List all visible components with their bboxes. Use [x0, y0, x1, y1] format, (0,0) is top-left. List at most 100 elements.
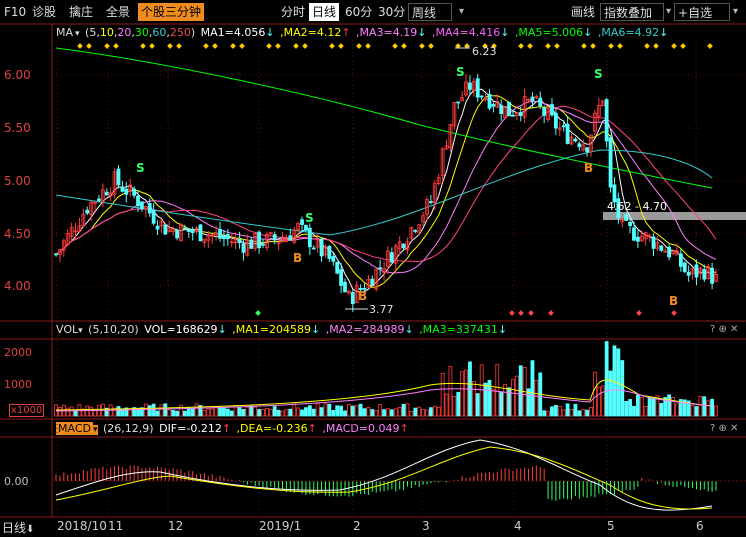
candle-body: [233, 238, 238, 244]
diagnose-button[interactable]: 诊股: [32, 3, 56, 21]
index-overlay-dropdown[interactable]: 指数叠加: [600, 3, 664, 21]
volume-bar: [319, 407, 324, 417]
candle-body: [85, 209, 90, 214]
f10-button[interactable]: F10: [4, 3, 26, 21]
candle-body: [475, 78, 480, 98]
macd-dropdown-icon[interactable]: ▾: [92, 425, 98, 435]
volume-bar: [167, 409, 172, 417]
watchlist-label: 自选: [688, 6, 713, 20]
period-weekly-dropdown[interactable]: 周线: [408, 3, 452, 21]
volume-bar: [311, 408, 316, 417]
event-diamond: [77, 43, 83, 49]
vol-panel-buttons[interactable]: ? ⊕ ✕: [710, 324, 738, 335]
three-minute-button[interactable]: 个股三分钟: [138, 3, 205, 21]
vol-ma2-value: ,MA2=284989: [325, 323, 405, 336]
candle-body: [589, 134, 593, 153]
volume-bar: [120, 408, 125, 417]
candle-body: [190, 229, 195, 233]
candle-body: [714, 274, 718, 282]
volume-bar: [307, 405, 312, 417]
event-diamond: [329, 43, 335, 49]
volume-bar: [639, 396, 644, 417]
period-selector[interactable]: 日线⬇: [2, 519, 34, 536]
volume-bar: [667, 394, 672, 417]
volume-bar: [300, 409, 304, 417]
candle-body: [97, 198, 101, 201]
volume-bar: [608, 370, 613, 417]
ma-dropdown-icon[interactable]: ▾: [75, 29, 80, 39]
weekly-chevron-icon[interactable]: ▾: [456, 3, 467, 21]
volume-bar: [444, 393, 449, 417]
macd-arrow: ↑: [399, 422, 409, 435]
ma3-value: ,MA3=4.19: [356, 26, 418, 39]
signal-markers: S S S S B B B B: [77, 43, 713, 316]
candle-body: [565, 123, 570, 144]
macd-panel-buttons[interactable]: ? ⊕ ✕: [710, 423, 738, 434]
watchlist-dropdown[interactable]: +自选: [674, 3, 730, 21]
candle-body: [257, 231, 261, 249]
period-intraday[interactable]: 分时: [278, 3, 308, 21]
buy-marker: B: [584, 161, 593, 175]
vol-indicator-name[interactable]: VOL: [56, 323, 78, 336]
candle-body: [354, 285, 359, 304]
volume-bar: [350, 405, 355, 417]
ma6-value: ,MA6=4.92: [597, 26, 660, 39]
volume-bar: [261, 409, 265, 417]
dea-value: ,DEA=-0.236: [236, 422, 308, 435]
vol-ma1-value: ,MA1=204589: [232, 323, 311, 336]
volume-bar: [225, 408, 230, 417]
period-daily[interactable]: 日线: [309, 3, 340, 21]
volume-bar: [499, 391, 504, 417]
candle-body: [147, 203, 152, 214]
event-diamond: [113, 43, 119, 49]
event-diamond: [528, 310, 534, 316]
overlay-chevron-icon[interactable]: ▾: [663, 3, 674, 21]
macd-indicator-name[interactable]: MACD: [56, 422, 93, 435]
candle-body: [429, 201, 433, 203]
volume-bar: [264, 408, 269, 417]
volume-bar: [155, 410, 160, 417]
period-60min[interactable]: 60分: [342, 3, 375, 21]
volume-bar: [331, 410, 336, 417]
volume-bar: [85, 405, 90, 417]
candle-body: [171, 228, 176, 232]
candle-body: [218, 228, 222, 239]
ma-indicator-name[interactable]: MA: [56, 26, 73, 39]
candle-body: [499, 105, 504, 115]
candle-body: [526, 98, 531, 101]
candle-body: [444, 145, 449, 150]
event-diamond: [149, 43, 155, 49]
event-diamond: [86, 43, 92, 49]
dif-arrow: ↑: [221, 422, 232, 435]
volume-bar: [557, 406, 562, 417]
volume-bar: [175, 410, 179, 417]
price-tick: 6.00: [4, 68, 31, 82]
candle-body: [100, 189, 105, 202]
banker-button[interactable]: 擒庄: [69, 3, 93, 21]
chart-canvas: S S S S B B B B 6.23 3.77 4.62 - 4.70: [0, 23, 746, 518]
draw-line-button[interactable]: 画线: [568, 3, 598, 21]
watchlist-chevron-icon[interactable]: ▾: [730, 3, 741, 21]
candle-body: [460, 97, 465, 102]
volume-bar: [358, 403, 363, 417]
panorama-button[interactable]: 全景: [106, 3, 130, 21]
volume-bar: [386, 408, 390, 417]
candle-body: [323, 246, 328, 256]
high-price-label: 6.23: [472, 45, 497, 58]
volume-bar: [222, 407, 226, 417]
volume-bar: [327, 403, 332, 417]
sell-marker: S: [305, 211, 314, 225]
period-30min[interactable]: 30分: [375, 3, 408, 21]
volume-bar: [460, 371, 465, 417]
candle-body: [608, 137, 613, 188]
volume-bar: [565, 403, 570, 417]
candle-body: [553, 112, 558, 129]
event-diamond: [680, 43, 686, 49]
event-diamond: [203, 43, 209, 49]
volume-bar: [140, 407, 144, 417]
volume-bar: [284, 409, 289, 417]
vol-arrow: ↓: [217, 323, 227, 336]
candle-body: [635, 236, 640, 242]
vol-dropdown-icon[interactable]: ▾: [78, 326, 83, 336]
candle-body: [366, 278, 371, 289]
